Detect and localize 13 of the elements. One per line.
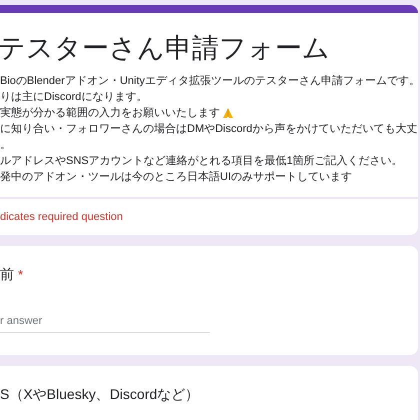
description-line: ルアドレスやSNSアカウントなど連絡がとれる項目を最低1箇所ご記入ください。 [0,154,403,169]
description-line: BioのBlenderアドオン・Unityエディタ拡張ツールのテスターさん申請フォームです。 [0,74,420,89]
description-line: 。 [0,138,11,153]
required-note: dicates required question [0,210,123,225]
description-line: 発中のアドオン・ツールは今のところ日本語UIのみサポートしています [0,170,352,185]
form-title: テスターさん申請フォーム [0,32,331,65]
required-mark: * [18,266,24,284]
description-line: に知り合い・フォロワーさんの場合はDMやDiscordから声をかけていただいても大丈 [0,122,418,137]
question-title: 前 [0,265,14,284]
description-line: 実態が分かる範囲の入力をお願いいたします [0,106,220,121]
answer-field[interactable]: r answer [0,309,210,333]
description-line: りは主にDiscordになります。 [0,90,148,105]
question-title: S（XやBluesky、Discordなど） [0,385,200,404]
